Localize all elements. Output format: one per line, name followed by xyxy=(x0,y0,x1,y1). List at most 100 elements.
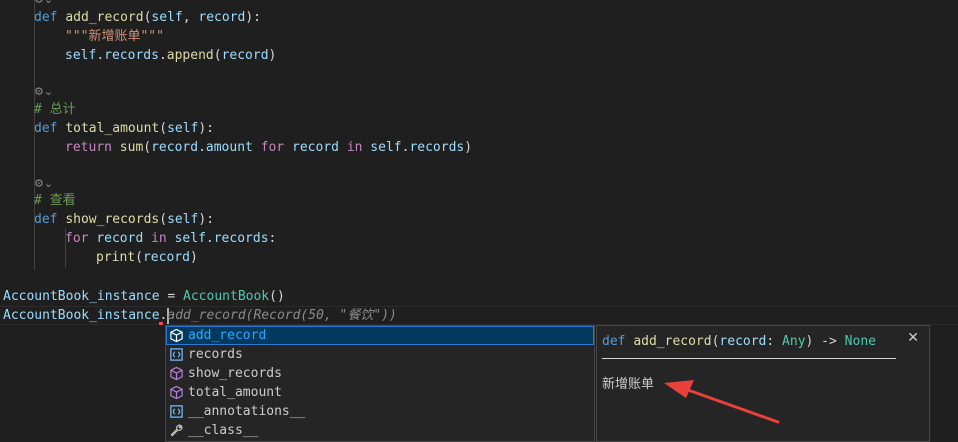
method-icon xyxy=(170,366,183,381)
match-highlight: add_record xyxy=(188,328,267,343)
error-squiggle xyxy=(159,322,163,325)
parameter: self xyxy=(167,212,199,227)
codelens-icon[interactable]: ⚙⌄ xyxy=(34,0,53,8)
suggest-item-records[interactable]: records xyxy=(166,345,594,364)
suggest-item-label: __annotations__ xyxy=(188,404,306,419)
punctuation: ): xyxy=(245,10,262,25)
code-line: def add_record(self, record): xyxy=(34,8,261,27)
keyword: in xyxy=(346,140,363,155)
identifier: record xyxy=(292,140,339,155)
code-line: """新增账单""" xyxy=(65,27,164,46)
code-line: def total_amount(self): xyxy=(34,119,214,138)
punctuation: ) xyxy=(464,140,473,155)
punctuation: . xyxy=(96,48,105,63)
parameter: self xyxy=(167,121,199,136)
punctuation: , xyxy=(182,10,199,25)
identifier: AccountBook_instance xyxy=(3,308,160,323)
code-line: self.records.append(record) xyxy=(65,46,276,65)
punctuation: ): xyxy=(198,212,215,227)
function-name: print xyxy=(96,250,136,265)
parameter: record xyxy=(719,334,767,349)
identifier: AccountBook_instance xyxy=(3,289,160,304)
punctuation: ( xyxy=(135,250,143,265)
punctuation: . xyxy=(198,140,206,155)
suggest-item-label: total_amount xyxy=(188,385,282,400)
identifier: self xyxy=(65,48,97,63)
code-line-current[interactable]: AccountBook_instance.add_record(Record(5… xyxy=(3,306,397,325)
punctuation: ( xyxy=(213,48,222,63)
attribute: records xyxy=(213,231,269,246)
suggest-item-annotations[interactable]: __annotations__ xyxy=(166,402,594,421)
code-line: AccountBook_instance = AccountBook() xyxy=(3,287,285,306)
identifier: record xyxy=(221,48,269,63)
method-icon xyxy=(170,385,183,400)
keyword: for xyxy=(65,231,89,246)
code-editor[interactable]: ⚙⌄ ⚙⌄ ⚙⌄ def add_record(self, record): "… xyxy=(0,0,958,442)
punctuation: . xyxy=(205,231,214,246)
suggest-item-label: show_records xyxy=(188,366,282,381)
codelens-icon[interactable]: ⚙⌄ xyxy=(34,176,53,192)
wrench-icon xyxy=(170,424,183,437)
suggest-details-panel: def add_record(record: Any) -> None ✕ 新增… xyxy=(596,325,930,442)
method-name: append xyxy=(166,48,214,63)
punctuation: : xyxy=(766,334,783,349)
suggest-item-add-record[interactable]: add_record xyxy=(166,326,594,345)
suggest-item-total-amount[interactable]: total_amount xyxy=(166,383,594,402)
punctuation: () xyxy=(269,289,285,304)
function-name: add_record xyxy=(65,10,144,25)
identifier: record xyxy=(151,140,199,155)
identifier: self xyxy=(370,140,402,155)
punctuation: : xyxy=(268,231,277,246)
code-line: # 总计 xyxy=(34,100,76,119)
code-line: for record in self.records: xyxy=(65,229,276,248)
inline-suggestion[interactable]: add_record(Record(50, "餐饮")) xyxy=(167,308,397,323)
keyword: def xyxy=(34,121,58,136)
suggest-item-label: add_record xyxy=(188,326,266,345)
suggest-item-label: __class__ xyxy=(188,423,259,438)
code-line: # 查看 xyxy=(34,191,76,210)
parameter: self xyxy=(151,10,183,25)
punctuation: ) xyxy=(268,48,277,63)
attribute: amount xyxy=(205,140,253,155)
punctuation: ): xyxy=(198,121,215,136)
punctuation: ) -> xyxy=(805,334,845,349)
keyword: def xyxy=(602,334,626,349)
attribute: records xyxy=(409,140,465,155)
keyword: for xyxy=(260,140,285,155)
suggest-widget[interactable]: add_record records show_records total_am… xyxy=(165,325,595,442)
close-icon[interactable]: ✕ xyxy=(907,330,919,346)
function-name: show_records xyxy=(65,212,160,227)
docstring: """新增账单""" xyxy=(65,29,164,44)
suggest-item-class[interactable]: __class__ xyxy=(166,421,594,440)
punctuation: ( xyxy=(143,140,152,155)
code-line: def show_records(self): xyxy=(34,210,214,229)
method-icon xyxy=(170,328,183,343)
identifier: record xyxy=(96,231,144,246)
parameter: record xyxy=(198,10,246,25)
type-name: None xyxy=(844,334,876,349)
code-line: return sum(record.amount for record in s… xyxy=(65,138,472,157)
punctuation: . xyxy=(158,48,167,63)
field-icon xyxy=(170,348,183,361)
operator: = xyxy=(159,289,184,304)
keyword: return xyxy=(65,140,112,155)
class-name: AccountBook xyxy=(183,289,270,304)
keyword: in xyxy=(151,231,167,246)
function-name: total_amount xyxy=(65,121,160,136)
suggest-item-label: records xyxy=(188,347,243,362)
comment: # 查看 xyxy=(34,193,76,208)
code-line: print(record) xyxy=(96,248,198,267)
keyword: def xyxy=(34,10,58,25)
codelens-icon[interactable]: ⚙⌄ xyxy=(34,84,53,100)
suggest-item-show-records[interactable]: show_records xyxy=(166,364,594,383)
punctuation: ) xyxy=(189,250,198,265)
attribute: records xyxy=(104,48,159,63)
identifier: self xyxy=(174,231,206,246)
keyword: def xyxy=(34,212,58,227)
divider xyxy=(602,358,896,359)
function-name: add_record xyxy=(633,334,712,349)
type-name: Any xyxy=(782,334,806,349)
function-name: sum xyxy=(119,140,144,155)
punctuation: ( xyxy=(159,121,168,136)
punctuation: ( xyxy=(159,212,168,227)
